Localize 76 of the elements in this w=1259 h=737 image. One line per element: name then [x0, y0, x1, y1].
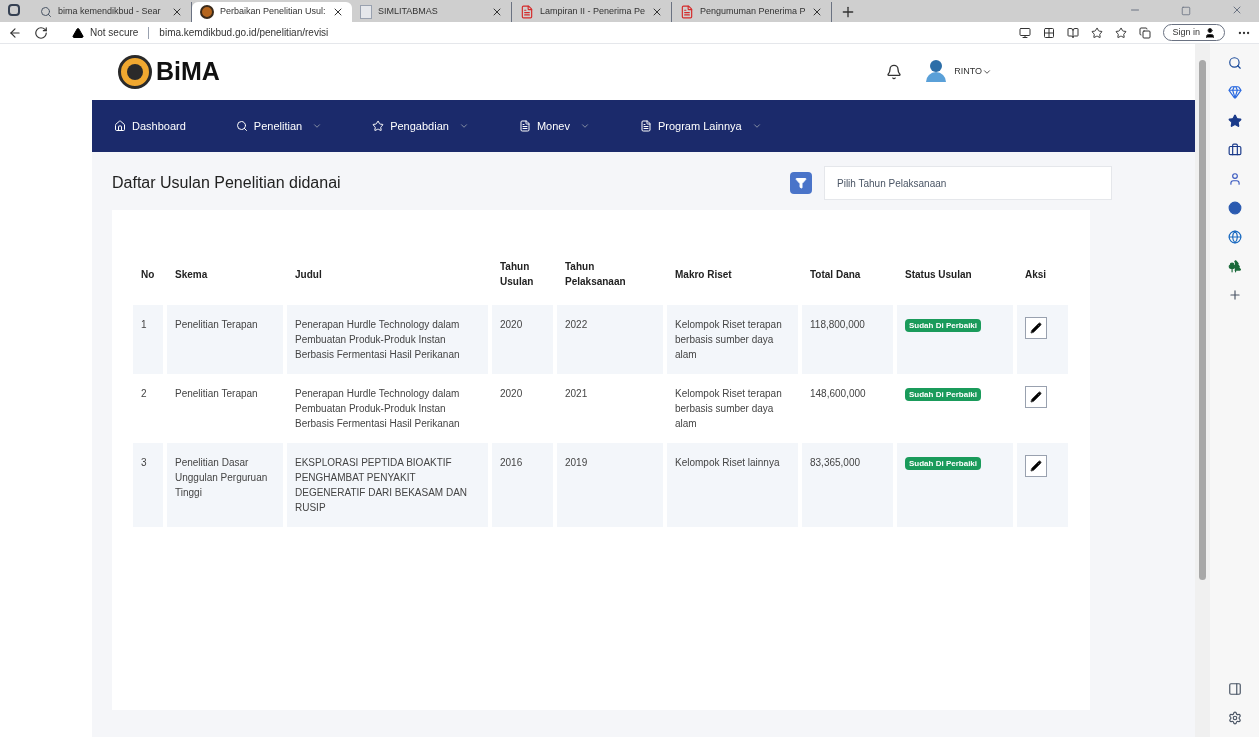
user-menu[interactable]: RINTO: [954, 65, 992, 79]
people-icon[interactable]: [1227, 172, 1242, 186]
close-icon[interactable]: [171, 6, 183, 18]
table-cell: 83,365,000: [800, 443, 895, 527]
address-field[interactable]: Not secure bima.kemdikbud.go.id/penelitian/revisi: [72, 25, 329, 40]
home-icon: [114, 120, 126, 132]
year-select[interactable]: Pilih Tahun Pelaksanaan: [824, 166, 1112, 200]
search-icon: [235, 120, 248, 132]
site-icon: [200, 5, 214, 19]
star-icon: [372, 120, 385, 132]
chevron-icon: [982, 67, 992, 77]
table-cell: Penelitian Dasar Unggulan Perguruan Tinggi: [165, 443, 285, 527]
tab-title: bima kemendikbud - Sear: [58, 5, 162, 19]
tab-title: Perbaikan Penelitian Usul:: [220, 5, 326, 19]
favorites-icon[interactable]: [1115, 26, 1128, 39]
tree-icon[interactable]: [1227, 259, 1242, 273]
add-icon[interactable]: [1227, 288, 1242, 302]
nav-item[interactable]: Monev: [518, 117, 590, 135]
table-cell: 2019: [555, 443, 665, 527]
security-label: Not secure: [90, 26, 139, 40]
grid-icon[interactable]: [1043, 26, 1056, 39]
reload-icon[interactable]: [34, 25, 48, 40]
status-badge: Sudah Di Perbaiki: [905, 457, 982, 470]
nav-item[interactable]: Dashboard: [114, 117, 186, 135]
back-icon[interactable]: [8, 25, 22, 40]
pdf-icon: [680, 5, 694, 19]
circle-icon[interactable]: [1227, 201, 1242, 215]
tab-title: Lampiran II - Penerima Pe: [540, 5, 645, 19]
close-icon[interactable]: [491, 6, 503, 18]
page-title: Daftar Usulan Penelitian didanai: [112, 173, 341, 193]
filter-icon: [795, 177, 807, 189]
logo-icon: [118, 55, 152, 89]
url-text: bima.kemdikbud.go.id/penelitian/revisi: [159, 26, 329, 40]
user-icon: [1204, 26, 1216, 39]
tab-actions-icon[interactable]: [8, 4, 20, 16]
new-tab-icon[interactable]: [840, 4, 856, 20]
nav-item[interactable]: Penelitian: [235, 117, 323, 135]
pencil-icon: [1030, 391, 1042, 403]
edit-button[interactable]: [1025, 455, 1047, 477]
scrollbar[interactable]: [1195, 44, 1210, 737]
table-cell: Kelompok Riset lainnya: [665, 443, 800, 527]
edit-button[interactable]: [1025, 317, 1047, 339]
close-icon[interactable]: [332, 6, 344, 18]
panel-icon[interactable]: [1227, 682, 1242, 696]
close-icon[interactable]: [811, 6, 823, 18]
tab-title: SIMLITABMAS: [378, 5, 439, 19]
pencil-icon: [1030, 322, 1042, 334]
briefcase-icon[interactable]: [1227, 143, 1242, 157]
tab-title: Pengumuman Penerima P: [700, 5, 805, 19]
nav-item[interactable]: Program Lainnya: [639, 117, 762, 135]
status-badge: Sudah Di Perbaiki: [905, 319, 982, 332]
pencil-icon: [1030, 460, 1042, 472]
search-icon: [40, 6, 52, 18]
avatar-icon: [926, 60, 947, 84]
search-icon[interactable]: [1227, 56, 1242, 70]
page-icon: [360, 5, 372, 19]
table-cell: 2016: [490, 443, 555, 527]
nav-item[interactable]: Pengabdian: [372, 117, 469, 135]
collections-icon[interactable]: [1139, 26, 1152, 39]
table-cell: EKSPLORASI PEPTIDA BIOAKTIF PENGHAMBAT PENYAKIT DEGENERATIF DARI BEKASAM DAN RUSIP: [285, 443, 490, 527]
document-icon: [518, 120, 531, 132]
logo-text: BiMA: [156, 56, 220, 88]
screen-icon[interactable]: [1019, 26, 1032, 39]
document-icon: [639, 120, 652, 132]
status-badge: Sudah Di Perbaiki: [905, 388, 982, 401]
close-icon[interactable]: [651, 6, 663, 18]
table-cell: 3: [133, 443, 165, 527]
notification-icon[interactable]: [886, 64, 903, 80]
edit-button[interactable]: [1025, 386, 1047, 408]
filter-button[interactable]: [790, 172, 812, 194]
close-window-icon[interactable]: [1231, 4, 1243, 16]
warning-icon: [72, 26, 84, 39]
settings-icon[interactable]: [1227, 711, 1242, 725]
pdf-icon: [520, 5, 534, 19]
browser-tab[interactable]: Perbaikan Penelitian Usul:: [192, 2, 352, 22]
star-icon[interactable]: [1091, 26, 1104, 39]
